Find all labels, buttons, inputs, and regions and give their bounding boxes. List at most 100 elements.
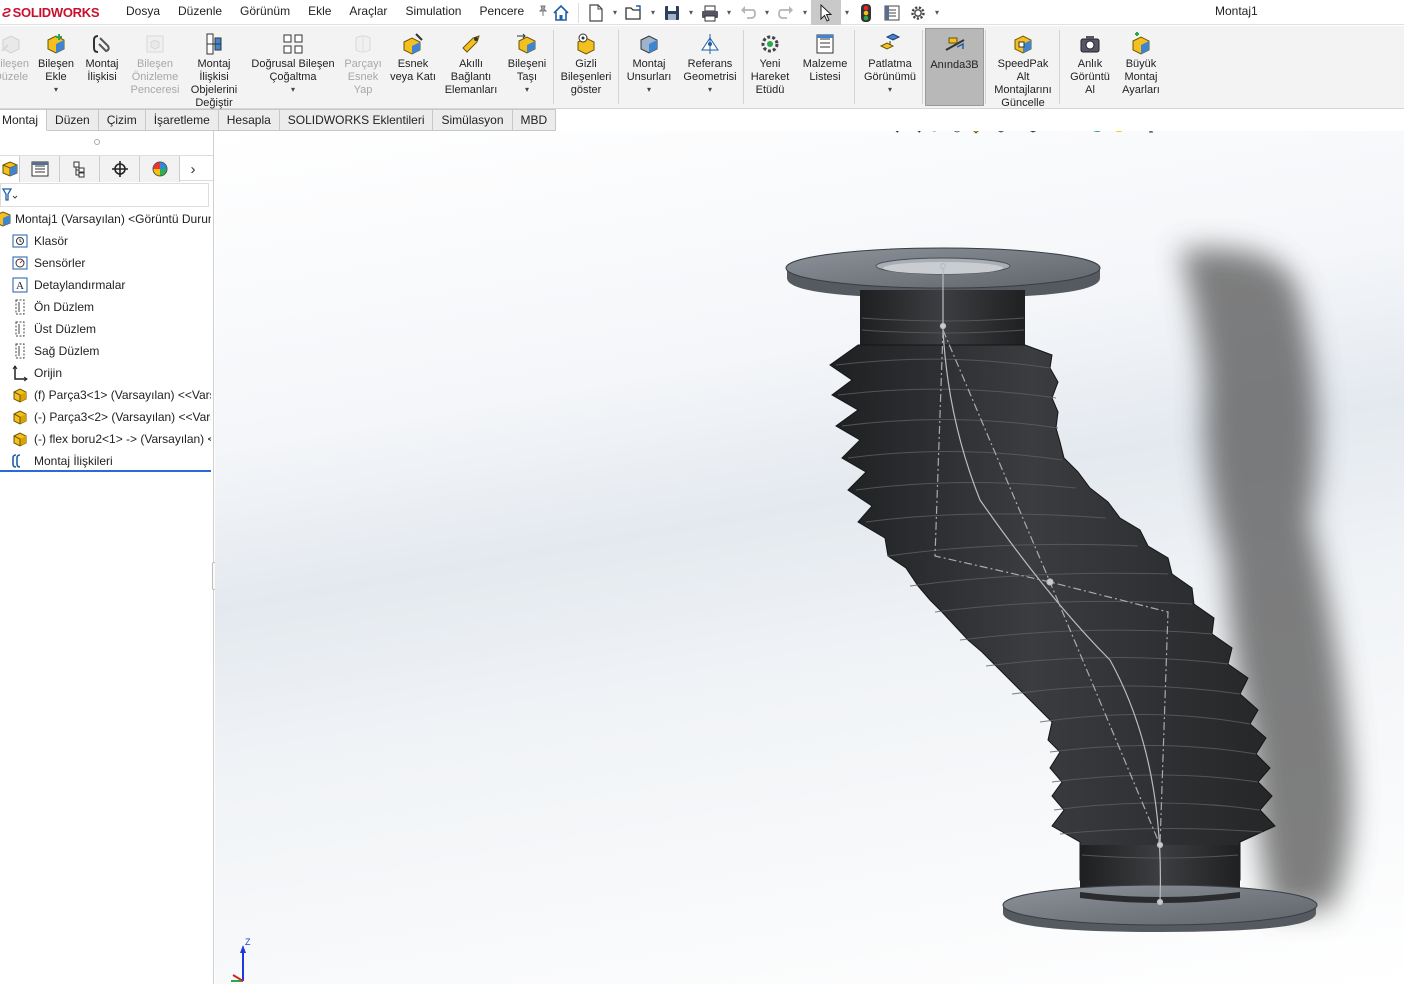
tab-çizim[interactable]: Çizim: [98, 109, 146, 131]
options-dropdown-icon[interactable]: ▾: [931, 8, 943, 17]
ribbon-button-bileseni-tasi[interactable]: Bileşeni Taşı ▾: [502, 28, 552, 106]
file-properties-icon[interactable]: [879, 2, 905, 24]
property-manager-icon[interactable]: [20, 156, 60, 182]
tree-item[interactable]: Ön Düzlem: [0, 296, 211, 318]
buyuk-montaj-icon: [1129, 32, 1153, 56]
zoom-to-fit-icon[interactable]: [880, 131, 902, 136]
previous-view-icon[interactable]: [924, 131, 946, 136]
home-icon[interactable]: [548, 2, 574, 24]
apply-scene-icon[interactable]: [1108, 131, 1130, 136]
undo-icon[interactable]: [735, 2, 761, 24]
tree-item[interactable]: Klasör: [0, 230, 211, 252]
open-dropdown-icon[interactable]: ▾: [647, 8, 659, 17]
ribbon-button-esnek-veya-kati[interactable]: Esnek veya Katı: [386, 28, 440, 106]
ribbon-dropdown-icon[interactable]: ▾: [291, 85, 295, 94]
ribbon-separator: [922, 30, 923, 104]
mates-icon: [11, 452, 29, 470]
tab-solidworks-eklentileri[interactable]: SOLIDWORKS Eklentileri: [279, 109, 434, 131]
tree-item[interactable]: Montaj İlişkileri: [0, 450, 211, 472]
ribbon-button-malzeme-listesi[interactable]: Malzeme Listesi: [798, 28, 852, 106]
graphics-viewport[interactable]: ▾▾▾▾▾ Z: [215, 131, 1404, 984]
zoom-to-area-icon[interactable]: [902, 131, 924, 136]
configuration-manager-icon[interactable]: [60, 156, 100, 182]
dynamic-annotation-icon[interactable]: [968, 131, 990, 136]
ribbon-button-label: Büyük Montaj Ayarları: [1122, 58, 1160, 96]
ribbon-button-anlik-goruntu[interactable]: Anlık Görüntü Al: [1062, 28, 1118, 106]
hide-show-items-icon[interactable]: [1054, 131, 1076, 136]
bellows-3d-model[interactable]: [215, 131, 1404, 984]
panel-grip-icon[interactable]: [94, 139, 100, 145]
ribbon-button-bilesen-duzele[interactable]: Bileşen Düzele: [0, 28, 30, 106]
edit-appearance-icon[interactable]: [1086, 131, 1108, 136]
redo-icon[interactable]: [773, 2, 799, 24]
ribbon-button-bilesen-onizleme[interactable]: Bileşen Önizleme Penceresi: [127, 28, 183, 106]
tree-item[interactable]: Üst Düzlem: [0, 318, 211, 340]
redo-dropdown-icon[interactable]: ▾: [799, 8, 811, 17]
new-document-icon[interactable]: [583, 2, 609, 24]
dimxpert-icon[interactable]: [100, 156, 140, 182]
more-tabs-chevron-icon[interactable]: ›: [180, 156, 206, 182]
display-style-icon[interactable]: [1022, 131, 1044, 136]
tree-item[interactable]: (-) flex boru2<1> -> (Varsayılan) <<Vars…: [0, 428, 211, 450]
ribbon-button-yeni-hareket[interactable]: Yeni Hareket Etüdü: [746, 28, 794, 106]
menu-dosya[interactable]: Dosya: [117, 0, 169, 25]
tree-root-assembly[interactable]: Montaj1 (Varsayılan) <Görüntü Durumu-1>: [0, 208, 211, 230]
tab-montaj[interactable]: Montaj: [0, 109, 48, 131]
ribbon-button-buyuk-montaj[interactable]: Büyük Montaj Ayarları: [1116, 28, 1166, 106]
ribbon-button-montaj-unsurlari[interactable]: Montaj Unsurları ▾: [620, 28, 678, 106]
menu-ekle[interactable]: Ekle: [299, 0, 340, 25]
ribbon-button-montaj-iliskisi-objeleri[interactable]: Montaj İlişkisi Objelerini Değiştir: [185, 28, 243, 109]
new-dropdown-icon[interactable]: ▾: [609, 8, 621, 17]
options-gear-icon[interactable]: [905, 2, 931, 24]
tab-i-şaretleme[interactable]: İşaretleme: [145, 109, 219, 131]
save-dropdown-icon[interactable]: ▾: [685, 8, 697, 17]
save-icon[interactable]: [659, 2, 685, 24]
tree-item[interactable]: Sağ Düzlem: [0, 340, 211, 362]
tab-düzen[interactable]: Düzen: [47, 109, 99, 131]
ribbon-button-parcayi-esnek[interactable]: Parçayı Esnek Yap: [342, 28, 384, 106]
ribbon-dropdown-icon[interactable]: ▾: [54, 85, 58, 94]
tab-mbd[interactable]: MBD: [512, 109, 557, 131]
tree-item[interactable]: (f) Parça3<1> (Varsayılan) <<Varsayılan>…: [0, 384, 211, 406]
undo-dropdown-icon[interactable]: ▾: [761, 8, 773, 17]
menu-pencere[interactable]: Pencere: [470, 0, 533, 25]
ribbon-dropdown-icon[interactable]: ▾: [708, 85, 712, 94]
select-arrow-icon[interactable]: [811, 0, 841, 25]
ribbon-dropdown-icon[interactable]: ▾: [647, 85, 651, 94]
ribbon-dropdown-icon[interactable]: ▾: [525, 85, 529, 94]
solidworks-logo[interactable]: Ƨ SOLIDWORKS: [0, 0, 100, 25]
tab-hesapla[interactable]: Hesapla: [218, 109, 280, 131]
print-icon[interactable]: [697, 2, 723, 24]
tree-item[interactable]: (-) Parça3<2> (Varsayılan) <<Varsayılan>…: [0, 406, 211, 428]
menu-duzenle[interactable]: Düzenle: [169, 0, 231, 25]
select-dropdown-icon[interactable]: ▾: [841, 8, 853, 17]
ribbon-dropdown-icon[interactable]: ▾: [888, 85, 892, 94]
tree-item[interactable]: A Detaylandırmalar: [0, 274, 211, 296]
ribbon-button-akilli-baglanti[interactable]: Akıllı Bağlantı Elemanları: [442, 28, 500, 106]
feature-manager-icon[interactable]: [0, 156, 20, 182]
ribbon-button-speedpak[interactable]: SpeedPak Alt Montajlarını Güncelle: [988, 28, 1058, 109]
view-settings-icon[interactable]: [1140, 131, 1162, 136]
ribbon-button-label: Patlatma Görünümü: [864, 58, 916, 83]
ribbon-button-referans-geometrisi[interactable]: Referans Geometrisi ▾: [680, 28, 740, 106]
tab-simülasyon[interactable]: Simülasyon: [433, 109, 513, 131]
display-manager-icon[interactable]: [140, 156, 180, 182]
tree-item[interactable]: Sensörler: [0, 252, 211, 274]
ribbon-button-bilesen-ekle[interactable]: Bileşen Ekle ▾: [34, 28, 78, 106]
menu-araclar[interactable]: Araçlar: [340, 0, 396, 25]
tree-item[interactable]: Orijin: [0, 362, 211, 384]
feature-tree-filter[interactable]: [0, 183, 209, 207]
ribbon-button-patlatma-gorunumu[interactable]: Patlatma Görünümü ▾: [858, 28, 922, 106]
ribbon-button-dogrusal-bilesen[interactable]: Doğrusal Bileşen Çoğaltma ▾: [245, 28, 341, 106]
ribbon-button-montaj-iliskisi[interactable]: Montaj İlişkisi: [80, 28, 124, 106]
section-view-icon[interactable]: [946, 131, 968, 136]
filter-funnel-icon[interactable]: [2, 188, 18, 202]
ribbon-button-gizli-bilesenleri[interactable]: Gizli Bileşenleri göster: [556, 28, 616, 106]
print-dropdown-icon[interactable]: ▾: [723, 8, 735, 17]
ribbon-button-aninda3b[interactable]: Anında3B: [925, 28, 984, 106]
menu-simulation[interactable]: Simulation: [396, 0, 470, 25]
view-orientation-icon[interactable]: [990, 131, 1012, 136]
menu-gorunum[interactable]: Görünüm: [231, 0, 299, 25]
open-folder-icon[interactable]: [621, 2, 647, 24]
rebuild-traffic-light-icon[interactable]: [853, 2, 879, 24]
